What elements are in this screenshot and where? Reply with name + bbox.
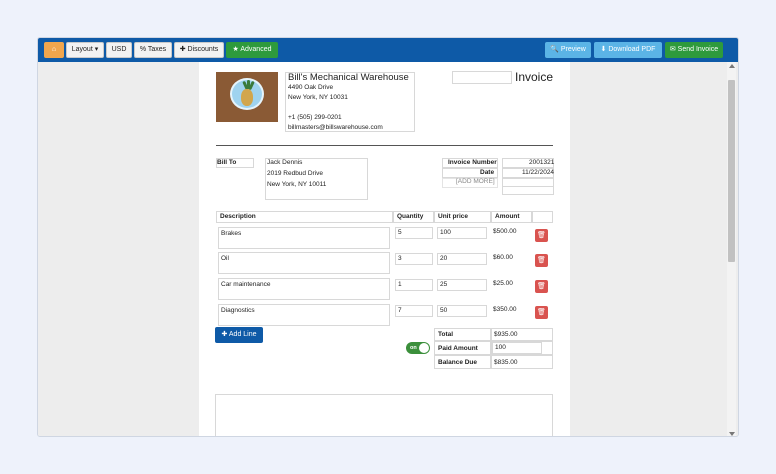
invoice-title: Invoice: [515, 70, 554, 84]
invoice-paper: Bill's Mechanical Warehouse 4490 Oak Dri…: [199, 62, 570, 436]
line-unit-price: 100: [440, 229, 451, 236]
notes-field[interactable]: [215, 394, 553, 436]
line-quantity: 3: [398, 255, 402, 262]
date-value: 11/22/2024: [522, 169, 555, 176]
trash-icon: 🗑: [537, 309, 546, 316]
delete-line-button[interactable]: 🗑: [535, 306, 548, 319]
home-button[interactable]: ⌂: [44, 42, 64, 58]
column-quantity-label: Quantity: [397, 213, 424, 220]
column-description-label: Description: [220, 213, 256, 220]
paid-amount-label: Paid Amount: [438, 345, 478, 352]
bill-to-label: Bill To: [217, 159, 237, 166]
company-email: billmasters@billswarehouse.com: [288, 124, 383, 131]
line-description: Diagnostics: [221, 307, 255, 314]
delete-line-button[interactable]: 🗑: [535, 254, 548, 267]
line-amount: $60.00: [493, 254, 513, 261]
line-description: Oil: [221, 255, 229, 262]
add-more-link[interactable]: [ADD MORE]: [456, 178, 495, 185]
line-amount: $500.00: [493, 228, 517, 235]
delete-line-button[interactable]: 🗑: [535, 280, 548, 293]
paid-amount-value: 100: [495, 344, 506, 351]
line-amount: $350.00: [493, 306, 517, 313]
line-description: Car maintenance: [221, 281, 271, 288]
company-phone: +1 (505) 299-0201: [288, 114, 342, 121]
editor-area: Bill's Mechanical Warehouse 4490 Oak Dri…: [38, 62, 738, 436]
line-unit-price: 50: [440, 307, 448, 314]
invoice-title-field[interactable]: [452, 71, 512, 84]
balance-due-label: Balance Due: [438, 359, 478, 366]
line-quantity: 1: [398, 281, 402, 288]
line-amount: $25.00: [493, 280, 513, 287]
line-quantity: 5: [398, 229, 402, 236]
discounts-button[interactable]: ✚ Discounts: [174, 42, 224, 58]
date-label: Date: [480, 169, 495, 176]
column-unit-price-label: Unit price: [438, 213, 468, 220]
send-invoice-button[interactable]: ✉ Send Invoice: [665, 42, 723, 58]
column-amount-label: Amount: [495, 213, 520, 220]
vertical-scrollbar[interactable]: [727, 62, 736, 436]
paid-amount-toggle[interactable]: on: [406, 342, 430, 354]
extra-meta-field-2[interactable]: [502, 186, 554, 195]
invoice-number-label: Invoice Number: [448, 159, 497, 166]
scroll-down-icon[interactable]: [729, 432, 735, 436]
line-description-input[interactable]: [218, 252, 390, 274]
total-label: Total: [438, 331, 454, 338]
pineapple-icon: [241, 89, 253, 106]
scroll-up-icon[interactable]: [729, 64, 735, 68]
bill-to-address-2: New York, NY 10011: [267, 181, 327, 188]
toggle-label: on: [410, 345, 417, 351]
advanced-button[interactable]: ★ Advanced: [226, 42, 278, 58]
download-pdf-button[interactable]: ⬇ Download PDF: [594, 42, 662, 58]
taxes-button[interactable]: % Taxes: [134, 42, 172, 58]
balance-due-value: $835.00: [494, 359, 518, 366]
line-unit-price: 20: [440, 255, 448, 262]
company-logo[interactable]: [216, 72, 278, 122]
toggle-knob: [419, 343, 429, 353]
preview-button[interactable]: 🔍 Preview: [545, 42, 591, 58]
header-divider: [216, 145, 553, 146]
column-actions: [532, 211, 553, 223]
column-description: Description: [216, 211, 393, 223]
line-unit-price: 25: [440, 281, 448, 288]
toolbar: ⌂ Layout ▾ USD % Taxes ✚ Discounts ★ Adv…: [38, 38, 738, 62]
company-address-1: 4490 Oak Drive: [288, 84, 334, 91]
line-quantity: 7: [398, 307, 402, 314]
bill-to-name: Jack Dennis: [267, 159, 303, 166]
total-value: $935.00: [494, 331, 518, 338]
trash-icon: 🗑: [537, 257, 546, 264]
column-amount: Amount: [491, 211, 532, 223]
column-unit-price: Unit price: [434, 211, 491, 223]
trash-icon: 🗑: [537, 232, 546, 239]
column-quantity: Quantity: [393, 211, 434, 223]
app-window: ⌂ Layout ▾ USD % Taxes ✚ Discounts ★ Adv…: [37, 37, 739, 437]
delete-line-button[interactable]: 🗑: [535, 229, 548, 242]
scroll-thumb[interactable]: [728, 80, 735, 262]
line-description: Brakes: [221, 230, 242, 237]
company-name: Bill's Mechanical Warehouse: [288, 72, 409, 83]
home-icon: ⌂: [51, 46, 57, 53]
trash-icon: 🗑: [537, 283, 546, 290]
layout-dropdown[interactable]: Layout ▾: [66, 42, 104, 58]
line-description-input[interactable]: [218, 227, 390, 249]
currency-button[interactable]: USD: [106, 42, 132, 58]
bill-to-address-1: 2019 Redbud Drive: [267, 170, 324, 177]
add-line-button[interactable]: ✚ Add Line: [215, 327, 263, 343]
company-address-2: New York, NY 10031: [288, 94, 348, 101]
invoice-number-value: 2001321: [529, 159, 555, 166]
